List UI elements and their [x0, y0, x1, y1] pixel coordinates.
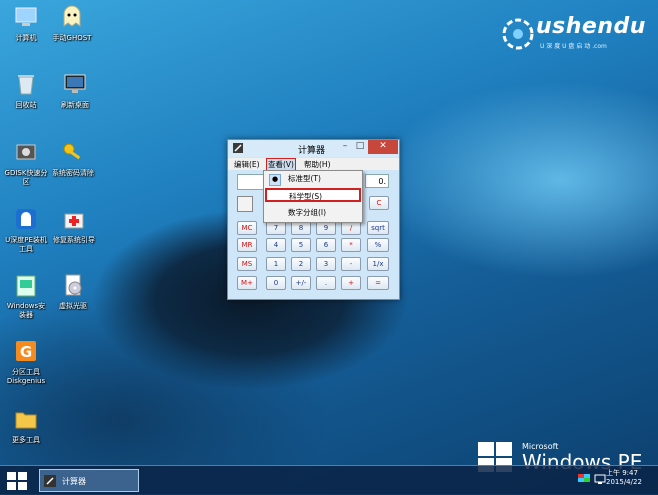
svg-text:G: G: [20, 343, 32, 361]
desktop-icon-label: 计算机: [15, 34, 37, 42]
menu-item-standard[interactable]: ● 标准型(T): [264, 172, 362, 186]
key-9[interactable]: 9: [316, 221, 336, 235]
calculator-display: 0.: [365, 174, 389, 188]
ushendu-pe-icon: [16, 209, 36, 229]
taskbar-calculator-label: 计算器: [62, 477, 86, 486]
desktop-icon-password-clear[interactable]: 系统密码清除: [49, 139, 97, 178]
desktop-icon-label: 刷新桌面: [61, 101, 89, 109]
folder-icon: [15, 412, 37, 429]
desktop-icon-label: U深度PE装机: [5, 236, 47, 244]
key-mplus[interactable]: M+: [237, 276, 257, 290]
menu-item-digit-grouping[interactable]: 数字分组(I): [264, 206, 362, 220]
taskbar: 计算器 上午 9:47 2015/4/22: [0, 465, 658, 495]
desktop-icon-gdisk[interactable]: GDISK快速分 区: [2, 139, 50, 187]
logo-text: ushendu: [536, 14, 646, 39]
diskgenius-icon: G: [16, 341, 36, 361]
clock-date: 2015/4/22: [606, 478, 642, 486]
calculator-taskbar-icon: [44, 475, 56, 487]
desktop-icon-label-line2: 工具: [19, 245, 33, 253]
windows-installer-icon: [16, 275, 36, 297]
key-multiply[interactable]: *: [341, 238, 361, 252]
view-dropdown-menu: ● 标准型(T) 科学型(S) 数字分组(I): [263, 170, 363, 223]
desktop-icon-ghost[interactable]: 手动GHOST: [48, 4, 96, 43]
menu-item-scientific-label: 科学型(S): [289, 192, 323, 201]
desktop-icon-label: GDISK快速分: [4, 169, 48, 177]
menu-item-standard-label: 标准型(T): [288, 174, 321, 183]
desktop-icon-label: 手动GHOST: [52, 34, 92, 42]
key-8[interactable]: 8: [291, 221, 311, 235]
repair-icon: [64, 213, 84, 229]
key-clear[interactable]: C: [369, 196, 389, 210]
key-mc[interactable]: MC: [237, 221, 257, 235]
clock-time: 上午 9:47: [606, 469, 638, 477]
desktop-icon-virtual-drive[interactable]: 虚拟光驱: [49, 272, 97, 311]
key-ms[interactable]: MS: [237, 257, 257, 271]
desktop-icon-windows-installer[interactable]: Windows安 装器: [2, 272, 50, 320]
network-tray-icon[interactable]: [594, 473, 606, 485]
title-bar[interactable]: 计算器 – □ ✕: [228, 140, 399, 157]
key-mr[interactable]: MR: [237, 238, 257, 252]
calculator-app-icon: [233, 143, 243, 153]
key-equals[interactable]: =: [367, 276, 389, 290]
key-4[interactable]: 4: [266, 238, 286, 252]
desktop-icon-label: 分区工具: [12, 368, 40, 376]
desktop-icon-label-line2: 装器: [19, 311, 33, 319]
menu-item-digit-grouping-label: 数字分组(I): [288, 208, 327, 217]
logo-subtitle: U 深 度 U 盘 启 动 .com: [540, 43, 607, 50]
key-0[interactable]: 0: [266, 276, 286, 290]
key-2[interactable]: 2: [291, 257, 311, 271]
gdisk-icon: [16, 144, 36, 160]
virtual-drive-icon: [65, 274, 82, 296]
minimize-button[interactable]: –: [338, 140, 352, 154]
desktop-icon-computer[interactable]: 计算机: [2, 4, 50, 43]
desktop-icon-label: 虚拟光驱: [59, 302, 87, 310]
key-subtract[interactable]: -: [341, 257, 361, 271]
desktop-icon-diskgenius[interactable]: G 分区工具 Diskgenius: [2, 338, 50, 386]
clock[interactable]: 上午 9:47 2015/4/22: [606, 469, 642, 487]
desktop-icon-label: 修复系统引导: [53, 236, 95, 244]
desktop-icon-pe-installer[interactable]: U深度PE装机 工具: [2, 206, 50, 254]
recycle-bin-icon: [18, 75, 34, 95]
menu-bar: 编辑(E) 查看(V) 帮助(H): [228, 158, 399, 171]
menu-help[interactable]: 帮助(H): [304, 159, 331, 170]
key-reciprocal[interactable]: 1/x: [367, 257, 389, 271]
key-icon: [63, 143, 81, 160]
monitor-icon: [64, 74, 86, 93]
key-negate[interactable]: +/-: [291, 276, 311, 290]
desktop-icon-label: 系统密码清除: [52, 169, 94, 177]
start-button[interactable]: [6, 471, 28, 491]
key-5[interactable]: 5: [291, 238, 311, 252]
desktop-icon-label: 回收站: [15, 101, 37, 109]
desktop-icon-label-line2: Diskgenius: [6, 377, 46, 385]
key-divide[interactable]: /: [341, 221, 361, 235]
menu-edit[interactable]: 编辑(E): [234, 159, 260, 170]
key-add[interactable]: +: [341, 276, 361, 290]
desktop-icon-label-line2: 区: [22, 178, 30, 186]
desktop-icon-recycle-bin[interactable]: 回收站: [2, 71, 50, 110]
key-3[interactable]: 3: [316, 257, 336, 271]
computer-icon: [15, 7, 37, 26]
selected-bullet-icon: ●: [269, 174, 281, 186]
desktop-icon-more-tools[interactable]: 更多工具: [2, 406, 50, 445]
display-tray-icon[interactable]: [578, 473, 590, 485]
desktop-icon-refresh[interactable]: 刷新桌面: [51, 71, 99, 110]
menu-item-scientific[interactable]: 科学型(S): [265, 188, 361, 202]
desktop-icon-boot-repair[interactable]: 修复系统引导: [50, 206, 98, 245]
key-decimal[interactable]: .: [316, 276, 336, 290]
ghost-icon: [63, 5, 81, 27]
close-button[interactable]: ✕: [368, 140, 398, 154]
key-7[interactable]: 7: [266, 221, 286, 235]
taskbar-calculator-button[interactable]: 计算器: [39, 469, 139, 492]
window-title: 计算器: [298, 146, 326, 156]
key-sqrt[interactable]: sqrt: [367, 221, 389, 235]
maximize-button[interactable]: □: [353, 140, 367, 154]
desktop-icon-label: 更多工具: [12, 436, 40, 444]
key-6[interactable]: 6: [316, 238, 336, 252]
memory-indicator: [237, 196, 253, 212]
desktop-icon-label: Windows安: [6, 302, 46, 310]
key-percent[interactable]: %: [367, 238, 389, 252]
key-1[interactable]: 1: [266, 257, 286, 271]
ushendu-logo: ushendu U 深 度 U 盘 启 动 .com: [500, 14, 650, 54]
